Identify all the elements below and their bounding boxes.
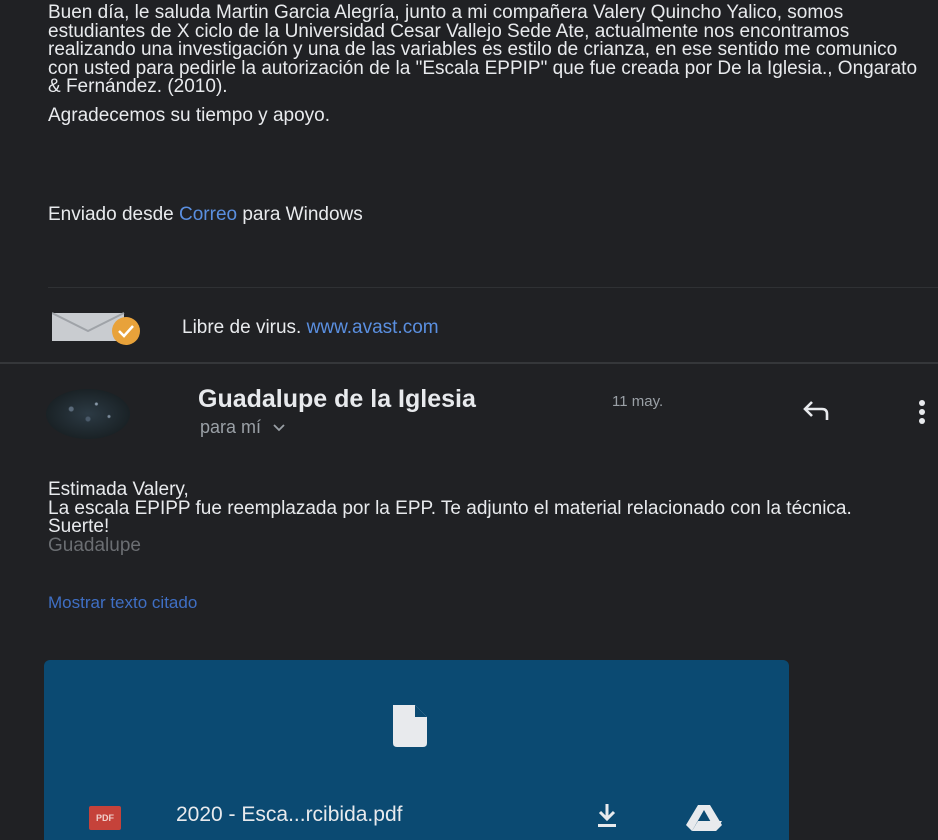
virus-free-label: Libre de virus. — [182, 317, 307, 338]
attachment-filename[interactable]: 2020 - Esca...rcibida.pdf — [176, 803, 402, 827]
pdf-icon: PDF — [89, 806, 121, 830]
message-date: 11 may. — [612, 393, 664, 410]
sender-name[interactable]: Guadalupe de la Iglesia — [198, 385, 476, 414]
sent-from-suffix: para Windows — [237, 204, 363, 225]
previous-message-paragraph: Buen día, le saluda Martin Garcia Alegrí… — [48, 2, 918, 97]
chevron-down-icon — [273, 424, 285, 432]
sent-from-prefix: Enviado desde — [48, 204, 179, 225]
message-divider — [0, 362, 938, 364]
recipient-toggle[interactable]: para mí — [200, 417, 286, 438]
document-icon — [393, 705, 427, 747]
correo-link[interactable]: Correo — [179, 204, 237, 225]
more-vert-icon[interactable] — [916, 398, 928, 428]
avast-link[interactable]: www.avast.com — [307, 317, 439, 338]
signature: Guadalupe — [48, 534, 141, 556]
divider — [48, 287, 938, 288]
avast-envelope-icon — [52, 312, 140, 345]
virus-free-text: Libre de virus. www.avast.com — [182, 317, 439, 339]
closing: Suerte! — [48, 516, 110, 537]
sender-avatar[interactable] — [46, 389, 130, 439]
previous-message-thanks: Agradecemos su tiempo y apoyo. — [48, 104, 330, 126]
previous-message-body: Buen día, le saluda Martin Garcia Alegrí… — [48, 2, 928, 126]
sent-from-line: Enviado desde Correo para Windows — [48, 204, 363, 226]
reply-message-body: Estimada Valery, La escala EPIPP fue ree… — [48, 479, 928, 556]
recipient-label: para mí — [200, 417, 262, 437]
show-quoted-text-link[interactable]: Mostrar texto citado — [48, 593, 197, 613]
attachment-card[interactable]: PDF 2020 - Esca...rcibida.pdf — [44, 660, 789, 840]
reply-arrow-icon[interactable] — [800, 398, 830, 424]
body-text: La escala EPIPP fue reemplazada por la E… — [48, 497, 852, 519]
download-icon[interactable] — [596, 802, 618, 828]
attachment-footer: PDF 2020 - Esca...rcibida.pdf — [44, 786, 789, 840]
google-drive-icon[interactable] — [684, 804, 724, 832]
greeting: Estimada Valery, — [48, 479, 189, 500]
